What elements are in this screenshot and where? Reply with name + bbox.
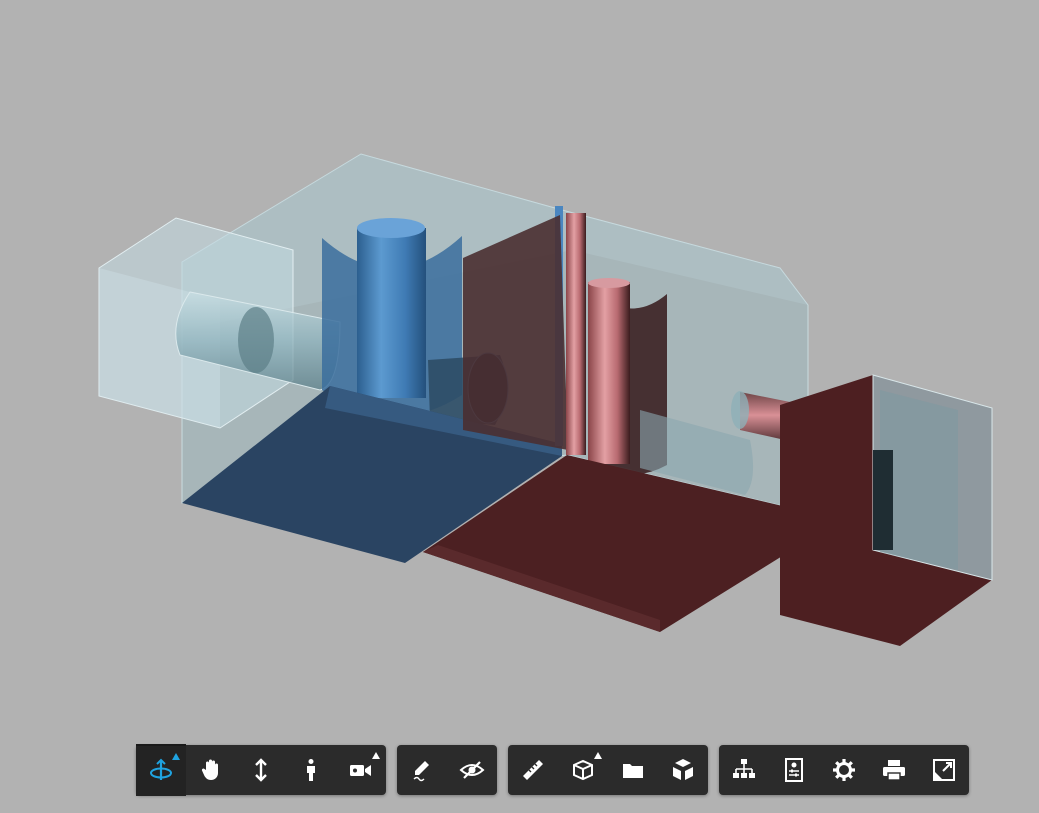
- 3d-viewport[interactable]: [0, 0, 1039, 813]
- first-person-tool-button[interactable]: [286, 745, 336, 795]
- viewer-toolbar: [136, 744, 969, 796]
- blue-vertical-cylinder: [357, 228, 426, 398]
- first-person-icon: [307, 759, 315, 781]
- zoom-icon: [255, 758, 267, 782]
- camera-tool-button[interactable]: [336, 745, 386, 795]
- left-pipe-end: [238, 307, 274, 373]
- explode-tool-button[interactable]: [658, 745, 708, 795]
- hide-tool-button[interactable]: [447, 745, 497, 795]
- explode-cube-icon: [673, 759, 693, 780]
- hide-eye-icon: [459, 761, 485, 779]
- properties-button[interactable]: [769, 745, 819, 795]
- measure-ruler-icon: [523, 760, 543, 780]
- model-tree-button[interactable]: [719, 745, 769, 795]
- red-divider-rod: [566, 213, 586, 455]
- settings-gear-icon: [833, 759, 855, 781]
- folder-tool-button[interactable]: [608, 745, 658, 795]
- markup-tool-button[interactable]: [397, 745, 447, 795]
- red-cylinder-top: [588, 278, 630, 288]
- pan-tool-button[interactable]: [186, 745, 236, 795]
- settings-button[interactable]: [819, 745, 869, 795]
- submenu-indicator-icon: [372, 752, 380, 759]
- 3d-model-scene[interactable]: [0, 0, 1039, 813]
- print-button[interactable]: [869, 745, 919, 795]
- fullscreen-button[interactable]: [919, 745, 969, 795]
- orbit-icon: [150, 758, 172, 780]
- folder-icon: [623, 764, 643, 778]
- fullscreen-icon: [933, 759, 955, 781]
- pan-hand-icon: [201, 759, 218, 780]
- measure-tool-button[interactable]: [508, 745, 558, 795]
- submenu-indicator-icon: [594, 752, 602, 759]
- red-vertical-cylinder: [588, 282, 630, 464]
- section-tool-button[interactable]: [558, 745, 608, 795]
- orbit-tool-button[interactable]: [136, 744, 186, 796]
- markup-pencil-icon: [413, 761, 429, 782]
- zoom-tool-button[interactable]: [236, 745, 286, 795]
- print-icon: [883, 760, 905, 781]
- settings-tools: [719, 745, 969, 795]
- navigation-tools: [136, 744, 386, 796]
- section-box-icon: [573, 759, 593, 781]
- camera-icon: [350, 765, 371, 776]
- right-upper-pipe-end: [731, 391, 749, 429]
- analysis-tools: [508, 745, 708, 795]
- markup-tools: [397, 745, 497, 795]
- model-tree-icon: [733, 759, 755, 778]
- right-block-slot: [873, 450, 893, 550]
- properties-icon: [785, 758, 803, 782]
- submenu-indicator-icon: [172, 753, 180, 760]
- blue-cylinder-top: [357, 218, 425, 238]
